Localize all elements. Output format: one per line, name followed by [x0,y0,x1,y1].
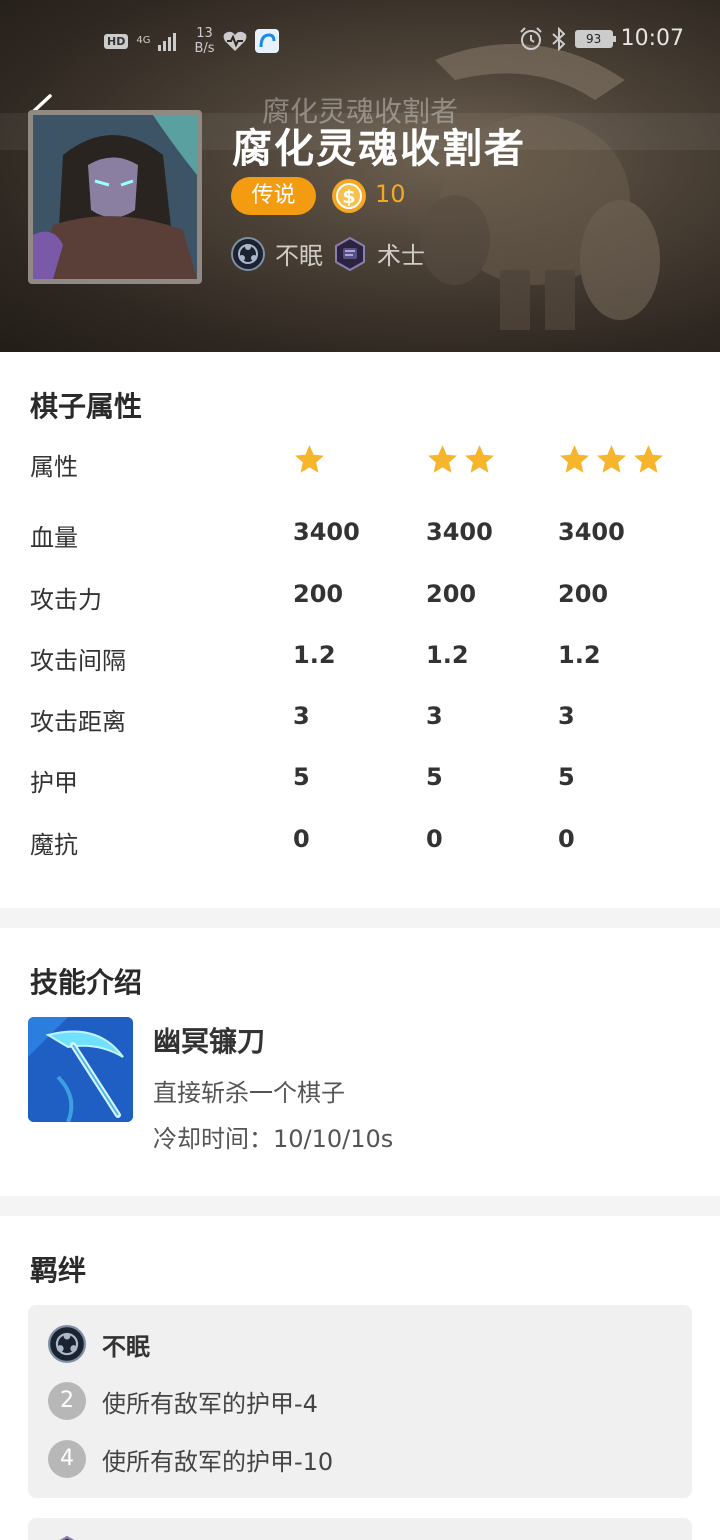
bluetooth-icon [551,26,566,51]
battery-level: 93 [585,31,602,46]
bonds-card: 羁绊 不眠 2 使所有敌军的护甲-4 4 使所有敌军的护甲-10 [0,1216,720,1540]
trait-list: 不眠 术士 [231,236,435,271]
skill-description: 直接斩杀一个棋子 [153,1079,345,1107]
speed-unit: B/s [194,41,215,56]
heart-rate-icon [223,31,247,51]
star-icon [295,445,324,473]
attr-value: 5 [293,763,310,791]
attr-header-row: 属性 [0,445,720,487]
attr-value: 5 [426,763,443,791]
attr-value: 3 [426,702,443,730]
skill-cooldown: 冷却时间：10/10/10s [153,1125,394,1153]
attr-value: 200 [426,580,477,608]
hero-name: 腐化灵魂收割者 [232,126,526,172]
alarm-icon [519,26,542,50]
signal-icon [158,33,177,51]
svg-text:$: $ [342,186,355,208]
attr-label: 护甲 [30,769,78,797]
trait-label: 术士 [377,242,425,270]
attr-label: 血量 [30,524,78,552]
trait-label: 不眠 [275,242,323,270]
hero-portrait [28,110,202,284]
star-level-2 [426,443,496,476]
bond-header: 不眠 [48,1325,150,1363]
speed-value: 13 [196,26,213,41]
attr-value: 1.2 [558,641,601,669]
attr-header-label: 属性 [30,453,78,481]
star-level-3 [558,443,665,476]
attr-value: 3400 [558,518,625,546]
hero-header: HD 4G 13 B/s 93 10:07 腐化灵魂收割者 腐化灵魂收割者 传说… [0,0,720,352]
attributes-title: 棋子属性 [30,390,143,423]
clock: 10:07 [620,26,684,51]
star-icon [597,445,626,473]
skill-name: 幽冥镰刀 [153,1025,266,1058]
tier-count-badge: 2 [48,1382,86,1420]
attr-value: 3 [293,702,310,730]
attr-value: 0 [426,825,443,853]
bond-tier: 4 使所有敌军的护甲-10 [48,1440,333,1478]
coin-icon: $ [332,179,366,213]
scythe-skill-icon[interactable] [28,1017,133,1122]
trait-item-insomnia[interactable]: 不眠 [231,236,323,271]
attr-row-attack-interval: 攻击间隔 1.2 1.2 1.2 [0,641,720,681]
status-bar: HD 4G 13 B/s 93 10:07 [0,20,720,64]
bond-item-next[interactable] [28,1518,692,1540]
network-type: 4G [136,35,151,46]
attr-row-magic-resist: 魔抗 0 0 0 [0,825,720,865]
gold-cost: 10 [375,180,406,208]
star-icon [428,445,457,473]
tier-effect: 使所有敌军的护甲-10 [102,1447,334,1476]
insomnia-race-icon [231,236,265,271]
star-icon [634,445,663,473]
rarity-badge: 传说 [231,177,316,215]
warlock-class-icon [59,1536,75,1540]
bond-name: 不眠 [102,1332,150,1361]
trait-item-warlock[interactable]: 术士 [333,236,425,271]
attr-value: 200 [558,580,609,608]
app-notification-icon [254,29,279,53]
attr-value: 1.2 [293,641,336,669]
attr-row-attack: 攻击力 200 200 200 [0,580,720,620]
attr-value: 3 [558,702,575,730]
attr-label: 攻击力 [30,586,102,614]
attr-value: 1.2 [426,641,469,669]
insomnia-race-icon [48,1325,86,1363]
hero-portrait-image [33,115,197,279]
attributes-card: 棋子属性 属性 血量 3400 3400 3400 攻击力 200 200 20… [0,352,720,908]
hero-background-figure [420,44,660,330]
bond-item-insomnia[interactable]: 不眠 2 使所有敌军的护甲-4 4 使所有敌军的护甲-10 [28,1305,692,1498]
attr-value: 0 [558,825,575,853]
bonds-title: 羁绊 [30,1254,87,1287]
star-level-1 [293,443,326,476]
attr-value: 3400 [293,518,360,546]
bond-tier: 2 使所有敌军的护甲-4 [48,1382,318,1420]
attr-label: 攻击间隔 [30,647,126,675]
attr-row-armor: 护甲 5 5 5 [0,763,720,803]
attr-label: 攻击距离 [30,708,126,736]
star-icon [465,445,494,473]
attr-value: 0 [293,825,310,853]
attr-value: 200 [293,580,344,608]
hd-icon: HD [104,33,129,49]
star-icon [560,445,589,473]
warlock-class-icon [335,236,365,271]
attr-row-attack-range: 攻击距离 3 3 3 [0,702,720,742]
attr-value: 5 [558,763,575,791]
skill-title: 技能介绍 [30,966,143,999]
skill-card: 技能介绍 幽冥镰刀 直接斩杀一个棋子 冷却时间：10/10/10s [0,928,720,1196]
tier-count-badge: 4 [48,1440,86,1478]
attr-value: 3400 [426,518,493,546]
attr-label: 魔抗 [30,831,78,859]
tier-effect: 使所有敌军的护甲-4 [102,1389,318,1418]
network-speed: 13 B/s [194,26,214,56]
scythe-icon [28,1017,133,1122]
attr-row-hp: 血量 3400 3400 3400 [0,518,720,558]
battery-icon: 93 [574,29,616,48]
